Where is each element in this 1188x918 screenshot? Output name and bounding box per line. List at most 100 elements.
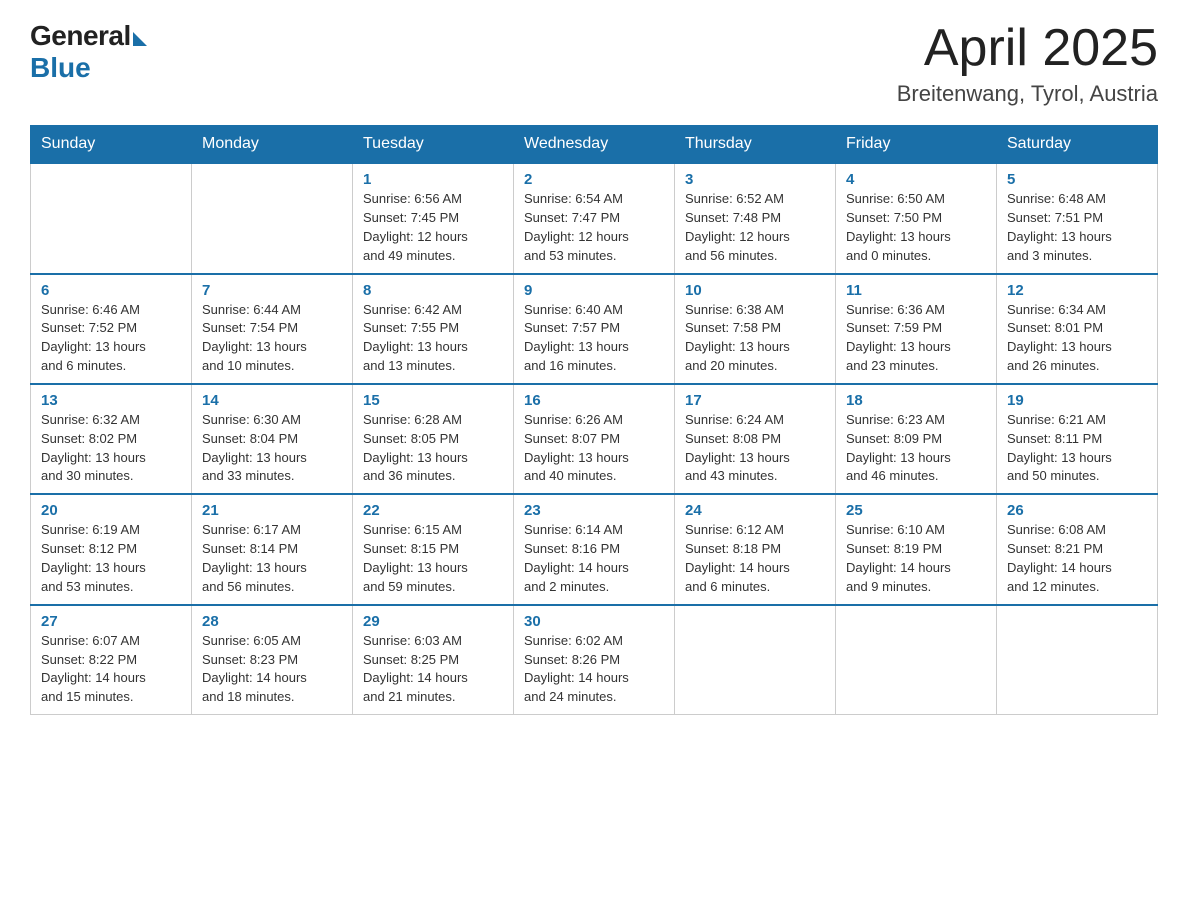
- weekday-header-friday: Friday: [836, 126, 997, 164]
- day-number: 9: [524, 282, 664, 299]
- calendar-cell: 5Sunrise: 6:48 AM Sunset: 7:51 PM Daylig…: [997, 163, 1158, 273]
- day-details: Sunrise: 6:38 AM Sunset: 7:58 PM Dayligh…: [685, 301, 825, 376]
- calendar-cell: 19 Sunrise: 6:21 AM Sunset: 8:11 PM Dayli…: [997, 384, 1158, 494]
- calendar-cell: 29 Sunrise: 6:03 AM Sunset: 8:25 PM Dayli…: [353, 605, 514, 715]
- day-details: Sunrise: 6:19 AM Sunset: 8:12 PM Dayligh…: [41, 521, 181, 596]
- day-details: Sunrise: 6:28 AM Sunset: 8:05 PM Dayligh…: [363, 411, 503, 486]
- day-number: 24: [685, 502, 825, 519]
- day-number: 30: [524, 613, 664, 630]
- calendar-week-row: 20 Sunrise: 6:19 AM Sunset: 8:12 PM Dayli…: [31, 494, 1158, 604]
- day-number: 15: [363, 392, 503, 409]
- day-number: 16: [524, 392, 664, 409]
- day-details: Sunrise: 6:07 AM Sunset: 8:22 PM Dayligh…: [41, 632, 181, 707]
- day-number: 1: [363, 171, 503, 188]
- day-number: 25: [846, 502, 986, 519]
- logo-triangle-icon: [133, 32, 147, 46]
- title-block: April 2025 Breitenwang, Tyrol, Austria: [897, 20, 1158, 107]
- calendar-cell: 30 Sunrise: 6:02 AM Sunset: 8:26 PM Dayli…: [514, 605, 675, 715]
- day-details: Sunrise: 6:23 AM Sunset: 8:09 PM Dayligh…: [846, 411, 986, 486]
- day-details: Sunrise: 6:24 AM Sunset: 8:08 PM Dayligh…: [685, 411, 825, 486]
- day-details: Sunrise: 6:32 AM Sunset: 8:02 PM Dayligh…: [41, 411, 181, 486]
- calendar-cell: 18 Sunrise: 6:23 AM Sunset: 8:09 PM Dayli…: [836, 384, 997, 494]
- calendar-cell: 2Sunrise: 6:54 AM Sunset: 7:47 PM Daylig…: [514, 163, 675, 273]
- calendar-cell: 28 Sunrise: 6:05 AM Sunset: 8:23 PM Dayli…: [192, 605, 353, 715]
- calendar-week-row: 13 Sunrise: 6:32 AM Sunset: 8:02 PM Dayli…: [31, 384, 1158, 494]
- calendar-cell: 17 Sunrise: 6:24 AM Sunset: 8:08 PM Dayli…: [675, 384, 836, 494]
- day-number: 13: [41, 392, 181, 409]
- logo-general-text: General: [30, 20, 131, 52]
- calendar-cell: 16Sunrise: 6:26 AM Sunset: 8:07 PM Dayli…: [514, 384, 675, 494]
- day-number: 20: [41, 502, 181, 519]
- day-details: Sunrise: 6:14 AM Sunset: 8:16 PM Dayligh…: [524, 521, 664, 596]
- day-details: Sunrise: 6:34 AM Sunset: 8:01 PM Dayligh…: [1007, 301, 1147, 376]
- day-number: 14: [202, 392, 342, 409]
- day-number: 5: [1007, 171, 1147, 188]
- day-details: Sunrise: 6:17 AM Sunset: 8:14 PM Dayligh…: [202, 521, 342, 596]
- day-details: Sunrise: 6:50 AM Sunset: 7:50 PM Dayligh…: [846, 190, 986, 265]
- day-number: 27: [41, 613, 181, 630]
- weekday-header-tuesday: Tuesday: [353, 126, 514, 164]
- day-number: 19: [1007, 392, 1147, 409]
- day-details: Sunrise: 6:12 AM Sunset: 8:18 PM Dayligh…: [685, 521, 825, 596]
- calendar-cell: 4 Sunrise: 6:50 AM Sunset: 7:50 PM Daylig…: [836, 163, 997, 273]
- day-details: Sunrise: 6:44 AM Sunset: 7:54 PM Dayligh…: [202, 301, 342, 376]
- weekday-header-saturday: Saturday: [997, 126, 1158, 164]
- day-details: Sunrise: 6:08 AM Sunset: 8:21 PM Dayligh…: [1007, 521, 1147, 596]
- calendar-cell: 8Sunrise: 6:42 AM Sunset: 7:55 PM Daylig…: [353, 274, 514, 384]
- day-number: 4: [846, 171, 986, 188]
- calendar-cell: 9 Sunrise: 6:40 AM Sunset: 7:57 PM Daylig…: [514, 274, 675, 384]
- day-number: 29: [363, 613, 503, 630]
- calendar-cell: 20 Sunrise: 6:19 AM Sunset: 8:12 PM Dayli…: [31, 494, 192, 604]
- day-number: 18: [846, 392, 986, 409]
- calendar-cell: 21 Sunrise: 6:17 AM Sunset: 8:14 PM Dayli…: [192, 494, 353, 604]
- logo-blue-text: Blue: [30, 52, 91, 84]
- calendar-cell: 25 Sunrise: 6:10 AM Sunset: 8:19 PM Dayli…: [836, 494, 997, 604]
- calendar-cell: [31, 163, 192, 273]
- weekday-header-thursday: Thursday: [675, 126, 836, 164]
- day-number: 11: [846, 282, 986, 299]
- calendar-cell: 12 Sunrise: 6:34 AM Sunset: 8:01 PM Dayli…: [997, 274, 1158, 384]
- day-details: Sunrise: 6:15 AM Sunset: 8:15 PM Dayligh…: [363, 521, 503, 596]
- day-number: 12: [1007, 282, 1147, 299]
- day-number: 7: [202, 282, 342, 299]
- day-number: 21: [202, 502, 342, 519]
- day-details: Sunrise: 6:02 AM Sunset: 8:26 PM Dayligh…: [524, 632, 664, 707]
- calendar-cell: 3 Sunrise: 6:52 AM Sunset: 7:48 PM Daylig…: [675, 163, 836, 273]
- calendar-cell: 6Sunrise: 6:46 AM Sunset: 7:52 PM Daylig…: [31, 274, 192, 384]
- calendar-cell: [675, 605, 836, 715]
- calendar-cell: 1 Sunrise: 6:56 AM Sunset: 7:45 PM Daylig…: [353, 163, 514, 273]
- day-number: 26: [1007, 502, 1147, 519]
- day-details: Sunrise: 6:54 AM Sunset: 7:47 PM Dayligh…: [524, 190, 664, 265]
- day-number: 17: [685, 392, 825, 409]
- logo: General Blue: [30, 20, 147, 84]
- day-number: 3: [685, 171, 825, 188]
- calendar-cell: 15 Sunrise: 6:28 AM Sunset: 8:05 PM Dayli…: [353, 384, 514, 494]
- weekday-header-row: SundayMondayTuesdayWednesdayThursdayFrid…: [31, 126, 1158, 164]
- day-details: Sunrise: 6:10 AM Sunset: 8:19 PM Dayligh…: [846, 521, 986, 596]
- calendar-title: April 2025: [897, 20, 1158, 77]
- calendar-cell: 23Sunrise: 6:14 AM Sunset: 8:16 PM Dayli…: [514, 494, 675, 604]
- calendar-cell: [192, 163, 353, 273]
- calendar-week-row: 6Sunrise: 6:46 AM Sunset: 7:52 PM Daylig…: [31, 274, 1158, 384]
- calendar-cell: 27 Sunrise: 6:07 AM Sunset: 8:22 PM Dayli…: [31, 605, 192, 715]
- day-details: Sunrise: 6:30 AM Sunset: 8:04 PM Dayligh…: [202, 411, 342, 486]
- day-details: Sunrise: 6:05 AM Sunset: 8:23 PM Dayligh…: [202, 632, 342, 707]
- day-number: 10: [685, 282, 825, 299]
- calendar-week-row: 1 Sunrise: 6:56 AM Sunset: 7:45 PM Daylig…: [31, 163, 1158, 273]
- day-details: Sunrise: 6:40 AM Sunset: 7:57 PM Dayligh…: [524, 301, 664, 376]
- calendar-cell: 13 Sunrise: 6:32 AM Sunset: 8:02 PM Dayli…: [31, 384, 192, 494]
- day-details: Sunrise: 6:42 AM Sunset: 7:55 PM Dayligh…: [363, 301, 503, 376]
- day-number: 22: [363, 502, 503, 519]
- day-number: 6: [41, 282, 181, 299]
- day-details: Sunrise: 6:03 AM Sunset: 8:25 PM Dayligh…: [363, 632, 503, 707]
- calendar-cell: 26 Sunrise: 6:08 AM Sunset: 8:21 PM Dayli…: [997, 494, 1158, 604]
- calendar-cell: [836, 605, 997, 715]
- calendar-cell: 24 Sunrise: 6:12 AM Sunset: 8:18 PM Dayli…: [675, 494, 836, 604]
- day-number: 28: [202, 613, 342, 630]
- day-details: Sunrise: 6:21 AM Sunset: 8:11 PM Dayligh…: [1007, 411, 1147, 486]
- calendar-cell: 7 Sunrise: 6:44 AM Sunset: 7:54 PM Daylig…: [192, 274, 353, 384]
- day-details: Sunrise: 6:52 AM Sunset: 7:48 PM Dayligh…: [685, 190, 825, 265]
- page-header: General Blue April 2025 Breitenwang, Tyr…: [30, 20, 1158, 107]
- day-details: Sunrise: 6:56 AM Sunset: 7:45 PM Dayligh…: [363, 190, 503, 265]
- calendar-cell: 22 Sunrise: 6:15 AM Sunset: 8:15 PM Dayli…: [353, 494, 514, 604]
